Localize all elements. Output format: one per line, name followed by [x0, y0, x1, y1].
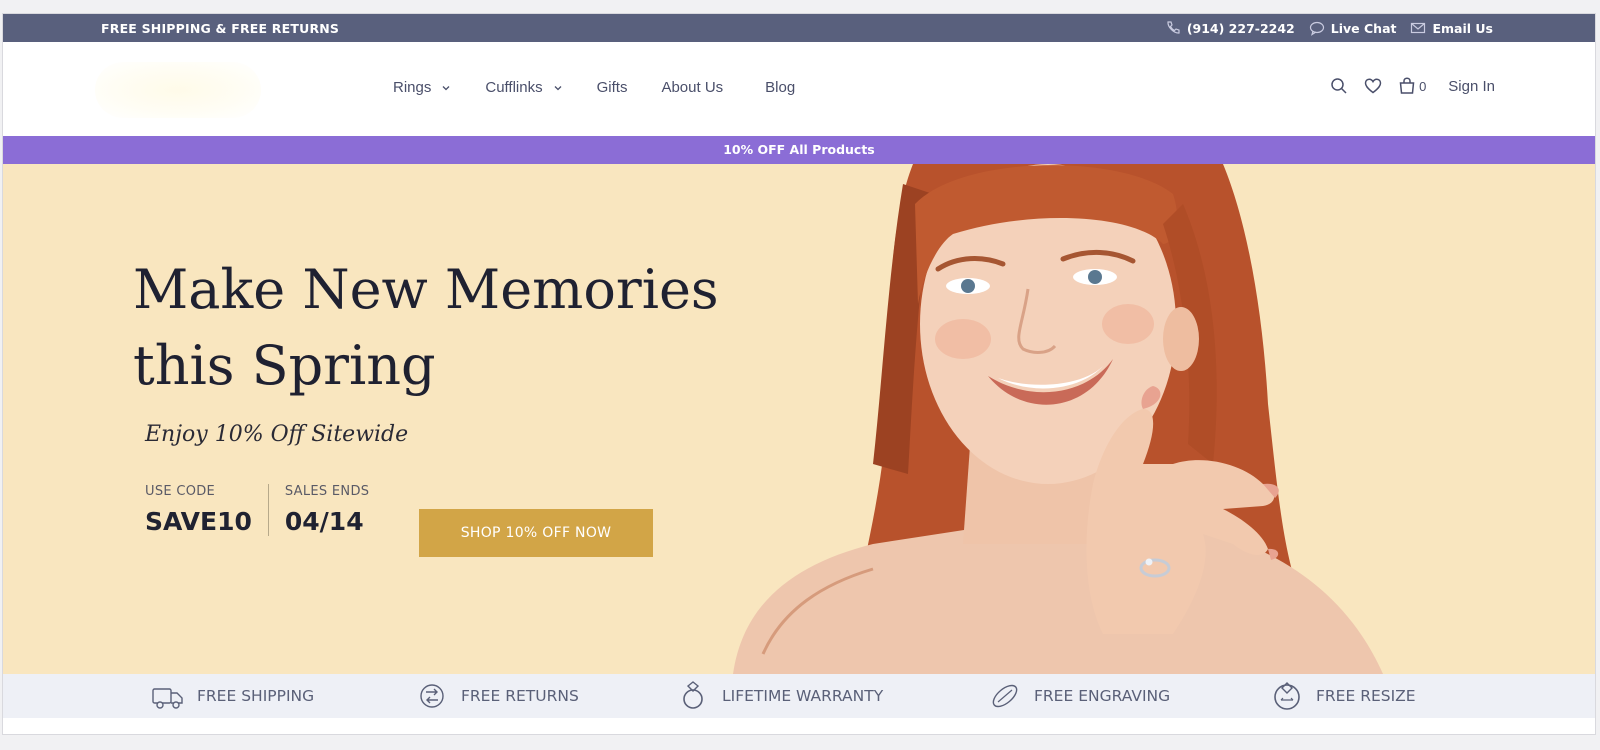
sign-in-link[interactable]: Sign In [1448, 78, 1495, 95]
search-button[interactable] [1329, 76, 1349, 96]
heart-icon [1364, 78, 1382, 94]
promo-code-box: USE CODE SAVE10 SALES ENDS 04/14 [145, 484, 385, 536]
use-code-label: USE CODE [145, 484, 216, 499]
sale-ends-block: SALES ENDS 04/14 [267, 484, 385, 536]
wishlist-button[interactable] [1363, 76, 1383, 96]
hero-banner: Make New Memories this Spring Enjoy 10% … [3, 164, 1595, 674]
promo-text: 10% OFF All Products [723, 142, 875, 157]
header-actions: 0 Sign In [1329, 76, 1495, 96]
shop-now-button[interactable]: SHOP 10% OFF NOW [419, 509, 653, 557]
chevron-down-icon [442, 85, 450, 90]
phone-link[interactable]: (914) 227-2242 [1165, 20, 1295, 36]
sale-ends-value: 04/14 [284, 507, 364, 536]
engrave-icon [992, 684, 1018, 708]
promo-strip[interactable]: 10% OFF All Products [3, 136, 1595, 164]
truck-icon [152, 688, 183, 709]
nav-item-label: About Us [661, 79, 724, 96]
live-chat-link[interactable]: Live Chat [1309, 20, 1397, 36]
feature-label: FREE SHIPPING [197, 687, 315, 705]
feature-free-resize[interactable]: FREE RESIZE [1270, 680, 1416, 712]
resize-icon [1274, 682, 1300, 710]
shipping-banner-text: FREE SHIPPING & FREE RETURNS [101, 21, 340, 36]
feature-lifetime-warranty[interactable]: LIFETIME WARRANTY [676, 680, 883, 712]
phone-icon [1167, 21, 1180, 34]
feature-free-returns[interactable]: FREE RETURNS [415, 680, 579, 712]
live-chat-label: Live Chat [1330, 20, 1397, 36]
hero-headline: Make New Memories this Spring [133, 258, 719, 397]
promo-code-value: SAVE10 [145, 507, 252, 536]
ring-icon [683, 681, 703, 709]
cart-count: 0 [1419, 78, 1427, 94]
main-nav: Rings Cufflinks Gifts About Us Blog [393, 79, 829, 96]
feature-free-shipping[interactable]: FREE SHIPPING [151, 680, 314, 712]
feature-label: FREE RESIZE [1316, 687, 1416, 705]
cart-button[interactable]: 0 [1397, 76, 1426, 96]
email-label: Email Us [1432, 20, 1493, 36]
email-link[interactable]: Email Us [1410, 20, 1493, 36]
feature-label: FREE RETURNS [461, 687, 579, 705]
nav-item-label: Cufflinks [485, 79, 543, 96]
nav-item-gifts[interactable]: Gifts [597, 79, 628, 96]
hero-model-image [733, 164, 1383, 674]
hero-subhead: Enjoy 10% Off Sitewide [145, 422, 409, 447]
nav-item-blog[interactable]: Blog [765, 79, 795, 96]
nav-item-label: Rings [393, 79, 432, 96]
phone-number: (914) 227-2242 [1186, 20, 1295, 36]
utility-bar: FREE SHIPPING & FREE RETURNS (914) 227-2… [3, 14, 1595, 42]
nav-item-label: Blog [765, 79, 796, 96]
search-icon [1331, 78, 1347, 94]
feature-label: LIFETIME WARRANTY [722, 687, 884, 705]
site-header: Rings Cufflinks Gifts About Us Blog 0 Si… [3, 42, 1595, 136]
feature-label: FREE ENGRAVING [1034, 687, 1171, 705]
feature-free-engraving[interactable]: FREE ENGRAVING [988, 680, 1170, 712]
chat-icon [1309, 21, 1324, 36]
nav-item-label: Gifts [596, 79, 628, 96]
chevron-down-icon [554, 85, 562, 90]
site-logo[interactable] [95, 62, 261, 118]
contact-links: (914) 227-2242 Live Chat Email Us [1165, 20, 1493, 36]
nav-item-about-us[interactable]: About Us [661, 79, 723, 96]
use-code-block: USE CODE SAVE10 [145, 484, 268, 536]
sale-ends-label: SALES ENDS [284, 484, 370, 499]
page-continuation [3, 718, 1595, 734]
mail-icon [1411, 22, 1426, 34]
features-bar: FREE SHIPPING FREE RETURNS LIFETIME WARR… [3, 674, 1595, 718]
bag-icon [1399, 77, 1415, 94]
return-icon [420, 684, 444, 708]
nav-item-rings[interactable]: Rings [393, 79, 451, 96]
nav-item-cufflinks[interactable]: Cufflinks [485, 79, 562, 96]
browser-viewport: FREE SHIPPING & FREE RETURNS (914) 227-2… [2, 13, 1596, 735]
